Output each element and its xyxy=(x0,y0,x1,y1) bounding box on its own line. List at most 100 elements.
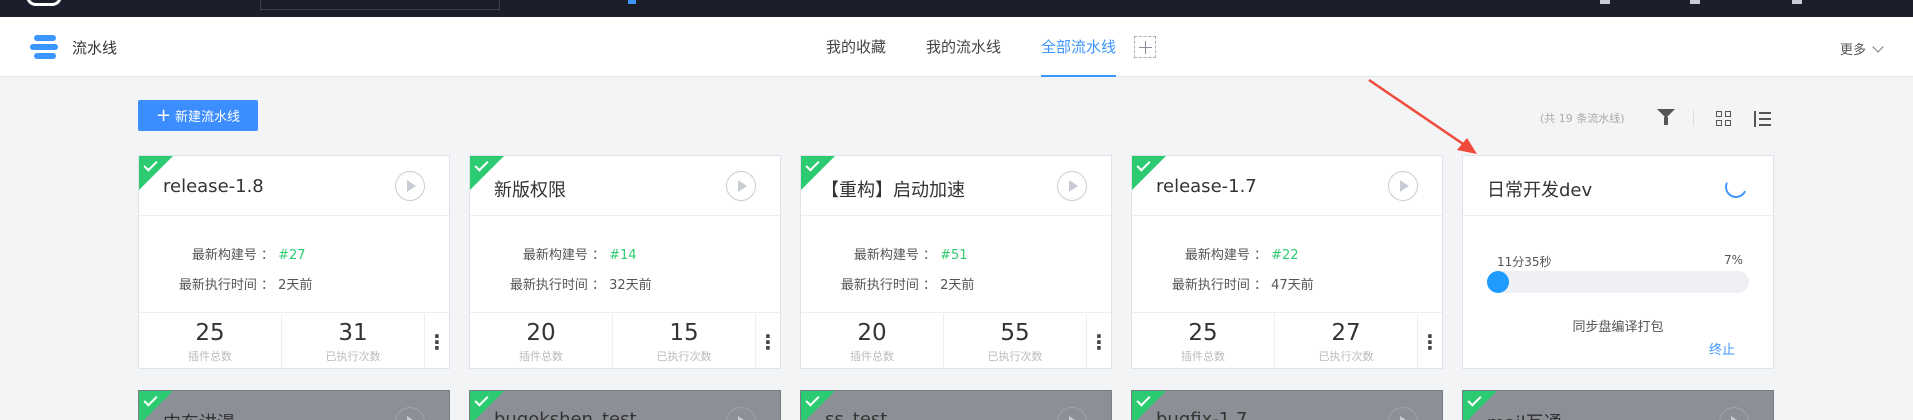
pipeline-card[interactable]: bugokshen_test xyxy=(469,390,781,420)
runs-stat: 31 已执行次数 xyxy=(282,314,425,368)
plugins-stat: 20 插件总数 xyxy=(470,314,613,368)
pipeline-navbar: 流水线 我的收藏 我的流水线 全部流水线 更多 xyxy=(0,17,1913,77)
plugins-stat: 20 插件总数 xyxy=(801,314,944,368)
runs-count: 15 xyxy=(669,320,699,346)
plugins-stat: 25 插件总数 xyxy=(1132,314,1275,368)
pipeline-name: 新版权限 xyxy=(494,180,566,201)
more-menu[interactable]: 更多 xyxy=(1840,39,1884,58)
more-options-icon[interactable]: ⋮ xyxy=(1087,314,1111,368)
annotation-arrow-icon xyxy=(1368,78,1477,154)
latest-exec-time: 32天前 xyxy=(609,278,652,293)
chevron-down-icon xyxy=(1872,40,1884,53)
play-icon[interactable] xyxy=(1719,407,1749,420)
app-title: 流水线 xyxy=(72,38,118,57)
stop-button[interactable]: 终止 xyxy=(1709,339,1735,358)
play-icon[interactable] xyxy=(395,407,425,420)
latest-exec-label: 最新执行时间 ： xyxy=(178,278,274,293)
latest-build-label: 最新构建号 ： xyxy=(1184,248,1267,263)
pipeline-name: bugokshen_test xyxy=(494,409,637,420)
latest-build-link[interactable]: #27 xyxy=(278,248,305,263)
current-stage: 同步盘编译打包 xyxy=(1572,320,1664,335)
app-logo-icon[interactable] xyxy=(26,0,62,6)
runs-caption: 已执行次数 xyxy=(987,350,1043,363)
pipeline-card[interactable]: 【重构】启动加速 最新构建号 ： #51 最新执行时间 ： 2天前 20 插件总数… xyxy=(800,155,1112,369)
play-icon[interactable] xyxy=(1057,171,1087,201)
runs-stat: 55 已执行次数 xyxy=(944,314,1087,368)
pipeline-name: ss_test xyxy=(825,409,888,420)
plugins-count: 20 xyxy=(857,320,887,346)
progress-fill xyxy=(1487,271,1509,293)
nav-tabs: 我的收藏 我的流水线 全部流水线 xyxy=(826,17,1157,77)
runs-count: 31 xyxy=(338,320,368,346)
latest-exec-time: 2天前 xyxy=(940,278,975,293)
pipeline-card[interactable]: ss_test xyxy=(800,390,1112,420)
play-icon[interactable] xyxy=(1388,171,1418,201)
runs-caption: 已执行次数 xyxy=(1318,350,1374,363)
tab-all-pipelines[interactable]: 全部流水线 xyxy=(1041,17,1117,77)
plugins-caption: 插件总数 xyxy=(519,350,563,363)
pipeline-card[interactable]: bugfix-1.7 xyxy=(1131,390,1443,420)
plugins-caption: 插件总数 xyxy=(850,350,894,363)
new-pipeline-label: 新建流水线 xyxy=(175,110,241,125)
toolbar-divider xyxy=(1693,110,1694,126)
plugins-stat: 25 插件总数 xyxy=(139,314,282,368)
play-icon[interactable] xyxy=(726,407,756,420)
pipeline-card[interactable]: release-1.8 最新构建号 ： #27 最新执行时间 ： 2天前 25 插… xyxy=(138,155,450,369)
runs-stat: 27 已执行次数 xyxy=(1275,314,1418,368)
pipeline-card[interactable]: release-1.7 最新构建号 ： #22 最新执行时间 ： 47天前 25… xyxy=(1131,155,1443,369)
plugins-caption: 插件总数 xyxy=(1181,350,1225,363)
pipeline-name: 中东讲漫 xyxy=(163,409,235,420)
header-icon-1[interactable] xyxy=(1600,0,1610,4)
runs-count: 27 xyxy=(1331,320,1361,346)
more-options-icon[interactable]: ⋮ xyxy=(1418,314,1442,368)
pipeline-card[interactable]: 新版权限 最新构建号 ： #14 最新执行时间 ： 32天前 20 插件总数 15… xyxy=(469,155,781,369)
latest-build-label: 最新构建号 ： xyxy=(191,248,274,263)
runs-caption: 已执行次数 xyxy=(656,350,712,363)
pipeline-card[interactable]: 中东讲漫 xyxy=(138,390,450,420)
latest-exec-label: 最新执行时间 ： xyxy=(509,278,605,293)
header-icon-3[interactable] xyxy=(1792,0,1802,4)
pipeline-count: (共 19 条流水线) xyxy=(1540,112,1625,125)
plugins-count: 25 xyxy=(195,320,225,346)
plugins-count: 20 xyxy=(526,320,556,346)
filter-icon[interactable] xyxy=(1657,109,1675,125)
more-options-icon[interactable]: ⋮ xyxy=(756,314,780,368)
latest-build-link[interactable]: #22 xyxy=(1271,248,1298,263)
latest-exec-time: 47天前 xyxy=(1271,278,1314,293)
pipeline-card[interactable]: mail互通 xyxy=(1462,390,1774,420)
loading-spinner-icon xyxy=(1721,172,1751,202)
pipeline-name: 日常开发dev xyxy=(1487,180,1593,201)
header-indicator-icon xyxy=(628,0,636,4)
running-pipeline-card[interactable]: 日常开发dev 11分35秒 7% 同步盘编译打包 终止 xyxy=(1462,155,1774,369)
grid-view-icon[interactable] xyxy=(1716,111,1732,127)
runs-count: 55 xyxy=(1000,320,1030,346)
play-icon[interactable] xyxy=(726,171,756,201)
global-search-input[interactable] xyxy=(260,0,500,10)
top-header-bar xyxy=(0,0,1913,17)
brand[interactable]: 流水线 xyxy=(30,31,117,63)
pipeline-name: bugfix-1.7 xyxy=(1156,409,1248,420)
elapsed-time: 11分35秒 xyxy=(1497,255,1552,269)
plugins-count: 25 xyxy=(1188,320,1218,346)
latest-exec-label: 最新执行时间 ： xyxy=(1171,278,1267,293)
add-tab-icon[interactable] xyxy=(1134,36,1157,58)
runs-caption: 已执行次数 xyxy=(325,350,381,363)
tab-favorites[interactable]: 我的收藏 xyxy=(826,17,886,77)
pipeline-name: release-1.8 xyxy=(163,176,264,197)
more-options-icon[interactable]: ⋮ xyxy=(425,314,449,368)
play-icon[interactable] xyxy=(1057,407,1087,420)
latest-build-label: 最新构建号 ： xyxy=(522,248,605,263)
latest-build-label: 最新构建号 ： xyxy=(853,248,936,263)
tab-my-pipelines[interactable]: 我的流水线 xyxy=(926,17,1001,77)
latest-build-link[interactable]: #14 xyxy=(609,248,636,263)
latest-exec-time: 2天前 xyxy=(278,278,313,293)
header-icon-2[interactable] xyxy=(1690,0,1700,4)
latest-build-link[interactable]: #51 xyxy=(940,248,967,263)
progress-bar xyxy=(1487,271,1749,293)
list-view-icon[interactable] xyxy=(1754,111,1771,127)
play-icon[interactable] xyxy=(395,171,425,201)
runs-stat: 15 已执行次数 xyxy=(613,314,756,368)
pipeline-name: 【重构】启动加速 xyxy=(821,180,965,201)
new-pipeline-button[interactable]: + 新建流水线 xyxy=(138,100,258,131)
play-icon[interactable] xyxy=(1388,407,1418,420)
